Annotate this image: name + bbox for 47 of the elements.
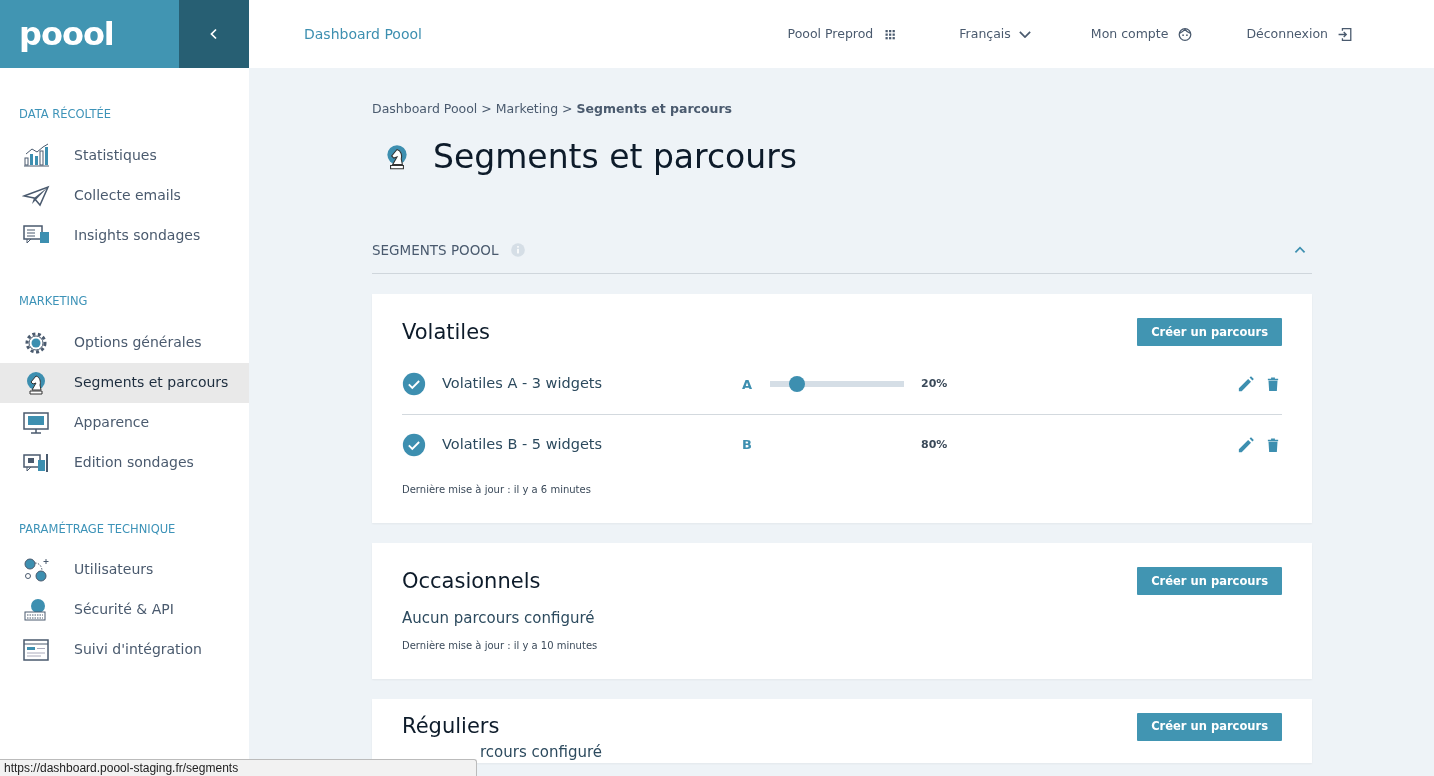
page-title: Segments et parcours (433, 136, 797, 177)
section-heading: DATA RÉCOLTÉE (18, 105, 112, 123)
variant-letter: B (742, 436, 753, 455)
logout-icon (1336, 25, 1354, 43)
sidebar-item[interactable]: Statistiques (0, 135, 249, 176)
sidebar-item[interactable]: Collecte emails (0, 175, 249, 216)
card-title: Volatiles (402, 319, 491, 345)
percentage: 80% (921, 436, 948, 453)
header-link[interactable]: Poool Preprod (787, 24, 900, 44)
percentage: 20% (921, 376, 948, 393)
sidebar-item[interactable]: Suivi d'intégration (0, 629, 249, 670)
breadcrumb-link[interactable]: Marketing (495, 100, 559, 119)
section-heading: PARAMÉTRAGE TECHNIQUE (18, 520, 177, 538)
separator: > (562, 100, 573, 118)
sidebar-item[interactable]: Edition sondages (0, 442, 249, 483)
header-link[interactable]: Dashboard Poool (304, 23, 422, 45)
sidebar-item[interactable]: Utilisateurs (0, 549, 249, 590)
check-circle-icon[interactable] (402, 432, 426, 457)
slider-thumb[interactable] (788, 376, 805, 393)
sidebar-item[interactable]: Insights sondages (0, 215, 249, 256)
sidebar-item[interactable]: Options générales (0, 322, 249, 363)
status-bar: https://dashboard.poool-staging.fr/segments (0, 759, 477, 776)
sidebar-item[interactable]: Sécurité & API (0, 589, 249, 630)
section-heading: MARKETING (18, 293, 89, 311)
card-title: Réguliers (402, 714, 500, 740)
monitor-icon (22, 409, 50, 436)
sidebar-item[interactable]: Apparence (0, 402, 249, 443)
empty-message: Aucun parcours configuré (402, 608, 596, 630)
breadcrumb-current: Segments et parcours (576, 100, 733, 118)
card-title: Occasionnels (402, 568, 541, 594)
chevron-down-icon (1018, 30, 1031, 38)
segment-name: Volatiles B - 5 widgets (442, 434, 604, 454)
sidebar-item[interactable]: Segments et parcours (0, 362, 249, 403)
empty-message: rcours configuré (479, 741, 603, 763)
segment-name: Volatiles A - 3 widgets (442, 374, 604, 394)
breadcrumb-link[interactable]: Dashboard Poool (372, 100, 478, 119)
bar-chart-icon (22, 142, 50, 169)
header-link[interactable]: Déconnexion (1246, 24, 1354, 44)
browser-window-icon (22, 636, 50, 663)
separator: > (481, 100, 492, 118)
update-time: Dernière mise à jour : il y a 6 minutes (402, 483, 592, 498)
header-link[interactable]: Mon compte (1090, 24, 1195, 44)
variant-letter: A (742, 375, 754, 394)
check-circle-icon[interactable] (402, 372, 426, 397)
update-time: Dernière mise à jour : il y a 10 minutes (402, 638, 599, 653)
header-link[interactable]: Français (959, 24, 1031, 44)
section-title: SEGMENTS POOOL (372, 240, 499, 260)
